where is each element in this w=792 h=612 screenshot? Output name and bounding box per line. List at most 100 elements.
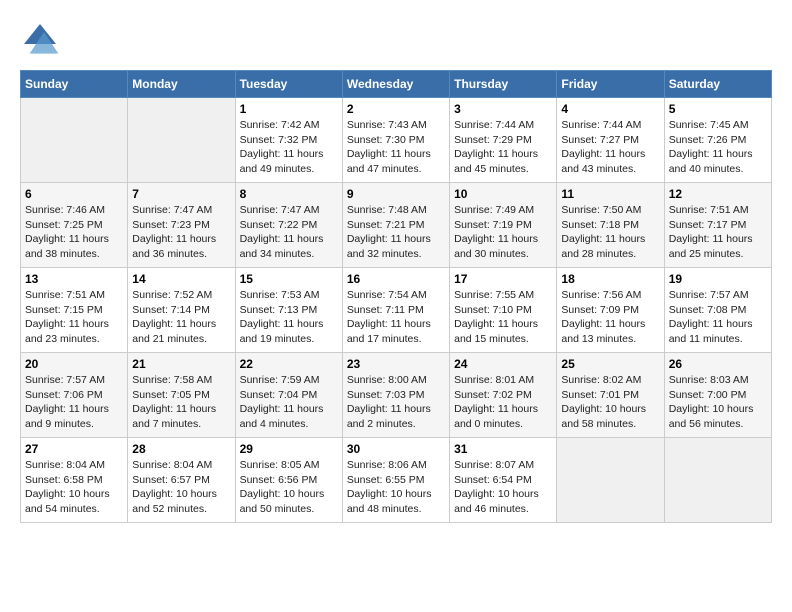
calendar-cell: 13Sunrise: 7:51 AMSunset: 7:15 PMDayligh…: [21, 268, 128, 353]
day-number: 24: [454, 357, 552, 371]
calendar-table: SundayMondayTuesdayWednesdayThursdayFrid…: [20, 70, 772, 523]
cell-content: Sunrise: 7:57 AMSunset: 7:06 PMDaylight:…: [25, 373, 123, 432]
cell-content: Sunrise: 7:56 AMSunset: 7:09 PMDaylight:…: [561, 288, 659, 347]
day-number: 19: [669, 272, 767, 286]
weekday-header-saturday: Saturday: [664, 71, 771, 98]
calendar-week-3: 13Sunrise: 7:51 AMSunset: 7:15 PMDayligh…: [21, 268, 772, 353]
day-number: 5: [669, 102, 767, 116]
calendar-cell: 28 Sunrise: 8:04 AMSunset: 6:57 PMDayligh…: [128, 438, 235, 523]
day-number: 25: [561, 357, 659, 371]
day-number: 23: [347, 357, 445, 371]
calendar-cell: [664, 438, 771, 523]
weekday-row: SundayMondayTuesdayWednesdayThursdayFrid…: [21, 71, 772, 98]
calendar-cell: 22 Sunrise: 7:59 AMSunset: 7:04 PMDayligh…: [235, 353, 342, 438]
day-number: 4: [561, 102, 659, 116]
day-number: 22: [240, 357, 338, 371]
cell-content: Sunrise: 7:51 AMSunset: 7:15 PMDaylight:…: [25, 288, 123, 347]
calendar-body: 1 Sunrise: 7:42 AMSunset: 7:32 PMDaylight…: [21, 98, 772, 523]
calendar-cell: 5 Sunrise: 7:45 AMSunset: 7:26 PMDaylight…: [664, 98, 771, 183]
calendar-cell: 15 Sunrise: 7:53 AMSunset: 7:13 PMDayligh…: [235, 268, 342, 353]
calendar-cell: 27 Sunrise: 8:04 AMSunset: 6:58 PMDayligh…: [21, 438, 128, 523]
calendar-week-4: 20 Sunrise: 7:57 AMSunset: 7:06 PMDayligh…: [21, 353, 772, 438]
cell-content: Sunrise: 8:01 AMSunset: 7:02 PMDaylight:…: [454, 373, 552, 432]
day-number: 30: [347, 442, 445, 456]
day-number: 14: [132, 272, 230, 286]
logo-icon: [20, 20, 60, 60]
weekday-header-tuesday: Tuesday: [235, 71, 342, 98]
day-number: 7: [132, 187, 230, 201]
calendar-cell: 31 Sunrise: 8:07 AMSunset: 6:54 PMDayligh…: [450, 438, 557, 523]
page-header: [20, 20, 772, 60]
cell-content: Sunrise: 7:42 AMSunset: 7:32 PMDaylight:…: [240, 118, 338, 177]
cell-content: Sunrise: 8:07 AMSunset: 6:54 PMDaylight:…: [454, 458, 552, 517]
weekday-header-monday: Monday: [128, 71, 235, 98]
cell-content: Sunrise: 8:03 AMSunset: 7:00 PMDaylight:…: [669, 373, 767, 432]
calendar-cell: 16Sunrise: 7:54 AMSunset: 7:11 PMDayligh…: [342, 268, 449, 353]
cell-content: Sunrise: 7:50 AMSunset: 7:18 PMDaylight:…: [561, 203, 659, 262]
calendar-cell: 10Sunrise: 7:49 AMSunset: 7:19 PMDayligh…: [450, 183, 557, 268]
day-number: 18: [561, 272, 659, 286]
calendar-cell: 11 Sunrise: 7:50 AMSunset: 7:18 PMDayligh…: [557, 183, 664, 268]
cell-content: Sunrise: 8:04 AMSunset: 6:57 PMDaylight:…: [132, 458, 230, 517]
day-number: 27: [25, 442, 123, 456]
calendar-cell: 8 Sunrise: 7:47 AMSunset: 7:22 PMDaylight…: [235, 183, 342, 268]
calendar-cell: 23 Sunrise: 8:00 AMSunset: 7:03 PMDayligh…: [342, 353, 449, 438]
calendar-cell: 12Sunrise: 7:51 AMSunset: 7:17 PMDayligh…: [664, 183, 771, 268]
day-number: 2: [347, 102, 445, 116]
calendar-cell: 30 Sunrise: 8:06 AMSunset: 6:55 PMDayligh…: [342, 438, 449, 523]
calendar-week-2: 6 Sunrise: 7:46 AMSunset: 7:25 PMDaylight…: [21, 183, 772, 268]
weekday-header-friday: Friday: [557, 71, 664, 98]
day-number: 1: [240, 102, 338, 116]
cell-content: Sunrise: 7:57 AMSunset: 7:08 PMDaylight:…: [669, 288, 767, 347]
cell-content: Sunrise: 7:58 AMSunset: 7:05 PMDaylight:…: [132, 373, 230, 432]
calendar-cell: 29 Sunrise: 8:05 AMSunset: 6:56 PMDayligh…: [235, 438, 342, 523]
cell-content: Sunrise: 8:05 AMSunset: 6:56 PMDaylight:…: [240, 458, 338, 517]
cell-content: Sunrise: 7:44 AMSunset: 7:27 PMDaylight:…: [561, 118, 659, 177]
calendar-cell: 7 Sunrise: 7:47 AMSunset: 7:23 PMDaylight…: [128, 183, 235, 268]
cell-content: Sunrise: 7:45 AMSunset: 7:26 PMDaylight:…: [669, 118, 767, 177]
calendar-week-1: 1 Sunrise: 7:42 AMSunset: 7:32 PMDaylight…: [21, 98, 772, 183]
cell-content: Sunrise: 7:48 AMSunset: 7:21 PMDaylight:…: [347, 203, 445, 262]
weekday-header-wednesday: Wednesday: [342, 71, 449, 98]
calendar-cell: 21 Sunrise: 7:58 AMSunset: 7:05 PMDayligh…: [128, 353, 235, 438]
cell-content: Sunrise: 7:59 AMSunset: 7:04 PMDaylight:…: [240, 373, 338, 432]
day-number: 21: [132, 357, 230, 371]
day-number: 20: [25, 357, 123, 371]
cell-content: Sunrise: 8:06 AMSunset: 6:55 PMDaylight:…: [347, 458, 445, 517]
cell-content: Sunrise: 7:53 AMSunset: 7:13 PMDaylight:…: [240, 288, 338, 347]
calendar-cell: [128, 98, 235, 183]
cell-content: Sunrise: 7:47 AMSunset: 7:23 PMDaylight:…: [132, 203, 230, 262]
day-number: 17: [454, 272, 552, 286]
calendar-cell: 14Sunrise: 7:52 AMSunset: 7:14 PMDayligh…: [128, 268, 235, 353]
cell-content: Sunrise: 7:44 AMSunset: 7:29 PMDaylight:…: [454, 118, 552, 177]
day-number: 9: [347, 187, 445, 201]
weekday-header-thursday: Thursday: [450, 71, 557, 98]
day-number: 15: [240, 272, 338, 286]
calendar-cell: [21, 98, 128, 183]
day-number: 31: [454, 442, 552, 456]
cell-content: Sunrise: 8:04 AMSunset: 6:58 PMDaylight:…: [25, 458, 123, 517]
calendar-cell: 25Sunrise: 8:02 AMSunset: 7:01 PMDayligh…: [557, 353, 664, 438]
calendar-cell: 19 Sunrise: 7:57 AMSunset: 7:08 PMDayligh…: [664, 268, 771, 353]
cell-content: Sunrise: 7:49 AMSunset: 7:19 PMDaylight:…: [454, 203, 552, 262]
day-number: 26: [669, 357, 767, 371]
calendar-cell: 9 Sunrise: 7:48 AMSunset: 7:21 PMDaylight…: [342, 183, 449, 268]
calendar-cell: 6 Sunrise: 7:46 AMSunset: 7:25 PMDaylight…: [21, 183, 128, 268]
calendar-cell: 18 Sunrise: 7:56 AMSunset: 7:09 PMDayligh…: [557, 268, 664, 353]
day-number: 8: [240, 187, 338, 201]
day-number: 6: [25, 187, 123, 201]
calendar-cell: 17 Sunrise: 7:55 AMSunset: 7:10 PMDayligh…: [450, 268, 557, 353]
calendar-cell: 4 Sunrise: 7:44 AMSunset: 7:27 PMDaylight…: [557, 98, 664, 183]
cell-content: Sunrise: 7:43 AMSunset: 7:30 PMDaylight:…: [347, 118, 445, 177]
day-number: 28: [132, 442, 230, 456]
cell-content: Sunrise: 7:47 AMSunset: 7:22 PMDaylight:…: [240, 203, 338, 262]
calendar-cell: 26 Sunrise: 8:03 AMSunset: 7:00 PMDayligh…: [664, 353, 771, 438]
day-number: 12: [669, 187, 767, 201]
calendar-header: SundayMondayTuesdayWednesdayThursdayFrid…: [21, 71, 772, 98]
cell-content: Sunrise: 7:55 AMSunset: 7:10 PMDaylight:…: [454, 288, 552, 347]
day-number: 29: [240, 442, 338, 456]
cell-content: Sunrise: 7:46 AMSunset: 7:25 PMDaylight:…: [25, 203, 123, 262]
cell-content: Sunrise: 7:54 AMSunset: 7:11 PMDaylight:…: [347, 288, 445, 347]
cell-content: Sunrise: 8:00 AMSunset: 7:03 PMDaylight:…: [347, 373, 445, 432]
day-number: 11: [561, 187, 659, 201]
